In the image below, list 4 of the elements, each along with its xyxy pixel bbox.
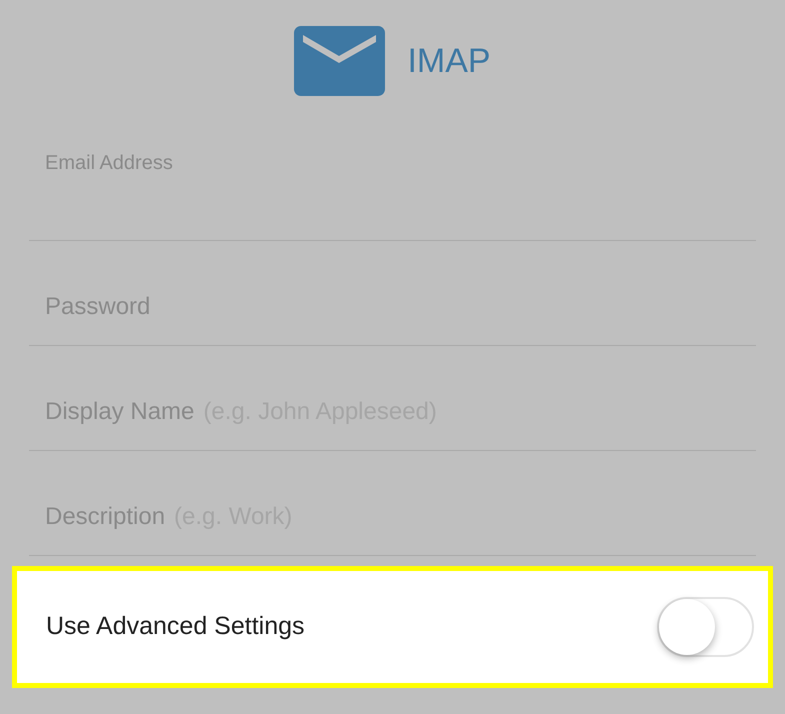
mail-icon [294,26,386,96]
setting-label: Use Advanced Settings [46,611,304,642]
toggle-switch[interactable] [657,597,754,657]
account-type-title: IMAP [407,40,491,82]
